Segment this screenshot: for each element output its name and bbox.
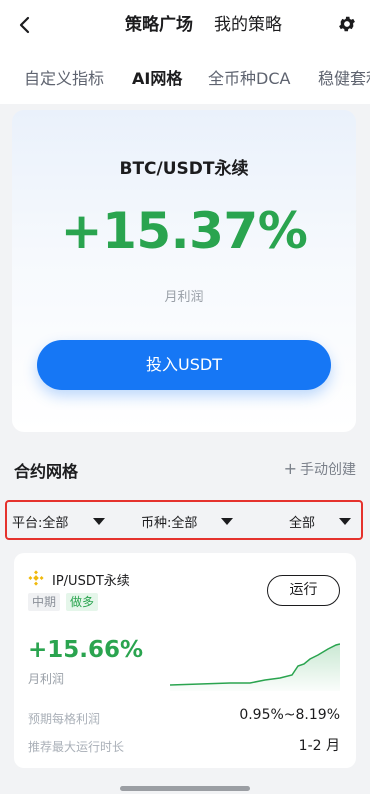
featured-strategy-card: BTC/USDT永续 +15.37% 月利润 投入USDT [12, 110, 356, 432]
plus-icon: + [283, 459, 297, 478]
binance-logo-icon [28, 570, 44, 586]
card-profit-label: 月利润 [28, 672, 65, 686]
subtab-custom-indicator[interactable]: 自定义指标 [24, 69, 104, 89]
term-tag: 中期 [28, 593, 61, 611]
run-button[interactable]: 运行 [267, 575, 340, 606]
top-bar: 策略广场 我的策略 [0, 0, 370, 52]
profit-sparkline [170, 643, 340, 691]
manual-create-button[interactable]: + 手动创建 [284, 459, 356, 479]
tab-strategy-square[interactable]: 策略广场 [125, 14, 193, 36]
other-filter[interactable]: 全部 [289, 512, 315, 531]
manual-create-label: 手动创建 [300, 462, 356, 478]
direction-tag: 做多 [66, 593, 99, 611]
section-title: 合约网格 [14, 462, 79, 481]
strategy-type-tabs: 自定义指标 AI网格 全币种DCA 稳健套利 [0, 52, 370, 104]
subtab-stable-arbitrage[interactable]: 稳健套利 [318, 69, 370, 89]
strategy-card[interactable]: IP/USDT永续 中期 做多 运行 +15.66% 月利润 预期每格利润 0.… [14, 553, 356, 768]
platform-filter[interactable]: 平台:全部 [12, 512, 68, 531]
featured-profit-label: 月利润 [164, 290, 204, 305]
chevron-down-icon[interactable] [93, 518, 105, 525]
max-run-time-value: 1-2 月 [298, 738, 340, 754]
invest-usdt-button[interactable]: 投入USDT [37, 340, 331, 390]
subtab-all-coin-dca[interactable]: 全币种DCA [208, 69, 290, 89]
card-monthly-profit: +15.66% [28, 637, 144, 663]
expected-profit-per-grid-value: 0.95%~8.19% [239, 707, 340, 723]
card-pair: IP/USDT永续 [52, 574, 130, 589]
filter-bar: 平台:全部 币种:全部 全部 [5, 500, 363, 540]
featured-pair: BTC/USDT永续 [119, 159, 249, 179]
coin-filter[interactable]: 币种:全部 [141, 512, 197, 531]
expected-profit-per-grid-label: 预期每格利润 [28, 712, 101, 726]
chevron-left-icon[interactable] [14, 14, 36, 36]
subtab-ai-grid[interactable]: AI网格 [132, 69, 182, 89]
chevron-down-icon[interactable] [221, 518, 233, 525]
chevron-down-icon[interactable] [339, 518, 351, 525]
max-run-time-label: 推荐最大运行时长 [28, 740, 125, 754]
home-indicator [120, 786, 250, 791]
gear-icon[interactable] [337, 14, 357, 34]
featured-monthly-profit: +15.37% [60, 202, 308, 260]
tab-my-strategies[interactable]: 我的策略 [214, 14, 282, 36]
